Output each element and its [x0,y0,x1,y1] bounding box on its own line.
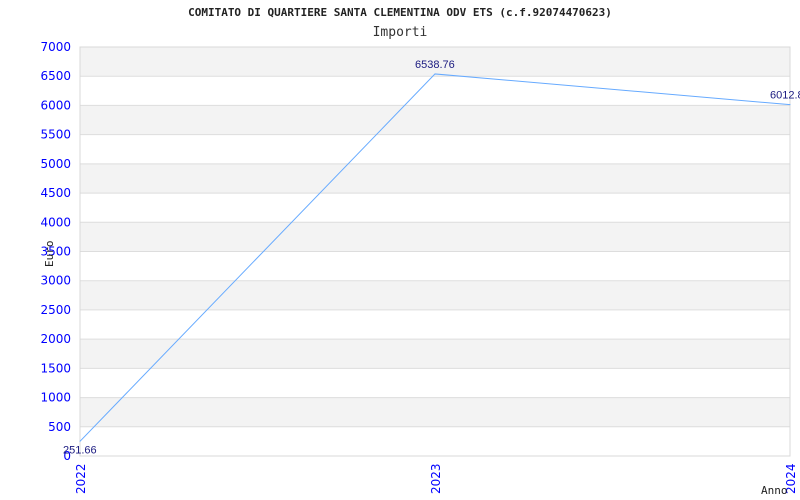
data-label: 6538.76 [415,59,455,71]
data-label: 251.66 [63,444,97,456]
y-tick-label: 5000 [40,157,71,171]
grid-band [80,397,790,427]
y-tick-label: 7000 [40,40,71,54]
data-point [434,73,436,75]
y-tick-label: 2500 [40,303,71,317]
y-tick-label: 6500 [40,69,71,83]
x-axis-label: Anno [761,484,788,497]
y-tick-label: 5500 [40,128,71,142]
y-tick-label: 6000 [40,98,71,112]
y-tick-label: 4000 [40,215,71,229]
grid-band [80,222,790,252]
y-tick-label: 3000 [40,274,71,288]
data-label: 6012.8 [770,90,800,102]
y-tick-label: 500 [48,420,71,434]
y-tick-label: 1000 [40,391,71,405]
grid-band [80,339,790,369]
y-tick-label: 2000 [40,332,71,346]
data-point [79,440,81,442]
line-chart: 0500100015002000250030003500400045005000… [40,40,800,497]
grid-band [80,105,790,135]
y-tick-label: 4500 [40,186,71,200]
y-tick-label: 1500 [40,361,71,375]
grid-band [80,163,790,194]
x-tick-label: 2022 [74,463,88,494]
x-tick-label: 2023 [429,463,443,494]
data-point [789,104,791,106]
y-axis-label: Euro [43,241,56,268]
grid-band [80,280,790,310]
